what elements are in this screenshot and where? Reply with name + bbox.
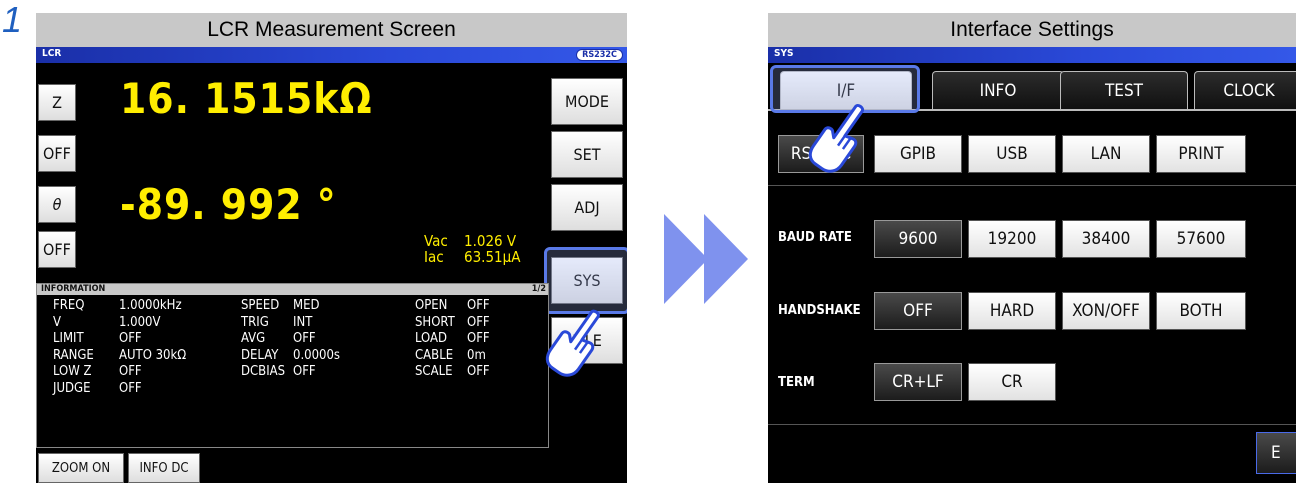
pointing-hand-icon [545, 309, 600, 377]
info-row: RANGE AUTO 30kΩ DELAY 0.0000s CABLE 0m [53, 348, 490, 365]
info-value: OFF [467, 298, 490, 313]
info-value: OFF [119, 364, 142, 379]
handshake-label: HANDSHAKE [778, 303, 861, 318]
info-key [415, 381, 467, 398]
divider [768, 185, 1296, 186]
tab-test[interactable]: TEST [1060, 71, 1188, 109]
sys-title: SYS [774, 48, 794, 59]
info-key: DELAY [241, 347, 279, 363]
info-value: OFF [293, 331, 316, 346]
information-header: INFORMATION 1/2 [37, 284, 548, 295]
mode-button[interactable]: MODE [551, 78, 623, 125]
baud-9600-button[interactable]: 9600 [874, 220, 962, 258]
info-value: OFF [467, 314, 490, 330]
term-crlf-button[interactable]: CR+LF [874, 363, 962, 401]
info-value: 0.0000s [293, 347, 341, 363]
baud-rate-label: BAUD RATE [778, 230, 852, 245]
usb-button[interactable]: USB [968, 135, 1056, 173]
param1-value: 16. 1515kΩ [120, 74, 373, 123]
iac-label: Iac [424, 248, 444, 266]
lcr-title-bar: LCR [36, 47, 627, 63]
info-value: OFF [467, 364, 490, 379]
info-value: 0m [467, 347, 486, 363]
handshake-both-button[interactable]: BOTH [1156, 292, 1246, 330]
info-key: SPEED [241, 298, 280, 313]
info-value: 1.000V [119, 314, 161, 330]
info-key: SCALE [415, 364, 453, 379]
vac-label: Vac [424, 232, 448, 250]
info-key: OPEN [415, 298, 448, 313]
info-key: LOW Z [53, 364, 92, 379]
info-key: V [53, 314, 61, 330]
info-value: 1.0000kHz [119, 298, 182, 313]
term-label: TERM [778, 375, 815, 390]
information-title: INFORMATION [41, 284, 106, 294]
print-button[interactable]: PRINT [1156, 135, 1246, 173]
pointing-hand-icon [808, 104, 865, 173]
vac-value: 1.026 V [464, 232, 517, 250]
info-value: INT [293, 314, 313, 330]
handshake-xonoff-button[interactable]: XON/OFF [1062, 292, 1150, 330]
adj-button[interactable]: ADJ [551, 184, 623, 231]
baud-19200-button[interactable]: 19200 [968, 220, 1056, 258]
information-table: FREQ 1.0000kHz SPEED MED OPEN OFF V 1.00… [53, 298, 490, 397]
info-key: LOAD [415, 331, 448, 346]
divider [768, 424, 1296, 425]
sys-title-bar: SYS [768, 47, 1296, 63]
information-page: 1/2 [531, 284, 546, 294]
info-value [467, 381, 490, 398]
info-row: LOW Z OFF DCBIAS OFF SCALE OFF [53, 364, 490, 381]
sys-screen: SYS I/F INFO TEST CLOCK RS232C GPIB USB … [768, 47, 1296, 483]
baud-57600-button[interactable]: 57600 [1156, 220, 1246, 258]
lan-button[interactable]: LAN [1062, 135, 1150, 173]
info-key: AVG [241, 331, 266, 346]
info-key: JUDGE [53, 380, 91, 396]
info-row: FREQ 1.0000kHz SPEED MED OPEN OFF [53, 298, 490, 315]
gpib-button[interactable]: GPIB [874, 135, 962, 173]
rs232c-badge: RS232C [576, 49, 623, 61]
info-value: OFF [119, 380, 142, 396]
info-key: FREQ [53, 298, 85, 313]
info-value: OFF [119, 331, 142, 346]
info-value: MED [293, 298, 320, 313]
lcr-title: LCR [42, 48, 62, 59]
set-button[interactable]: SET [551, 131, 623, 178]
info-value: OFF [293, 364, 316, 379]
info-dc-button[interactable]: INFO DC [128, 453, 200, 483]
info-key [241, 381, 293, 398]
info-key: LIMIT [53, 331, 84, 346]
info-key: DCBIAS [241, 364, 286, 379]
information-panel: INFORMATION 1/2 FREQ 1.0000kHz SPEED MED… [36, 283, 549, 448]
info-key: RANGE [53, 347, 94, 363]
handshake-hard-button[interactable]: HARD [968, 292, 1056, 330]
handshake-off-button[interactable]: OFF [874, 292, 962, 330]
param3-button[interactable]: θ [38, 186, 76, 223]
info-key: SHORT [415, 314, 455, 330]
left-caption: LCR Measurement Screen [36, 13, 627, 47]
right-caption: Interface Settings [768, 13, 1296, 47]
term-cr-button[interactable]: CR [968, 363, 1056, 401]
info-key: CABLE [415, 347, 454, 363]
lcr-screen: LCR RS232C Z OFF θ OFF 16. 1515kΩ -89. 9… [36, 47, 627, 483]
info-row: LIMIT OFF AVG OFF LOAD OFF [53, 331, 490, 348]
param4-button[interactable]: OFF [38, 231, 76, 268]
info-value: AUTO 30kΩ [119, 347, 187, 363]
info-row: JUDGE OFF [53, 381, 490, 398]
info-value [293, 381, 415, 398]
tab-info[interactable]: INFO [932, 71, 1064, 109]
exit-button[interactable]: E [1256, 432, 1296, 474]
next-step-arrow-icon [664, 214, 748, 304]
zoom-on-button[interactable]: ZOOM ON [38, 453, 124, 483]
param1-button[interactable]: Z [38, 84, 76, 121]
tab-clock[interactable]: CLOCK [1194, 71, 1296, 109]
baud-38400-button[interactable]: 38400 [1062, 220, 1150, 258]
param2-button[interactable]: OFF [38, 135, 76, 172]
iac-value: 63.51μA [464, 248, 521, 266]
info-row: V 1.000V TRIG INT SHORT OFF [53, 315, 490, 332]
info-key: TRIG [241, 314, 269, 330]
info-value: OFF [467, 331, 490, 346]
step-number: 1 [2, 0, 23, 40]
param3-value: -89. 992 ° [120, 180, 337, 229]
